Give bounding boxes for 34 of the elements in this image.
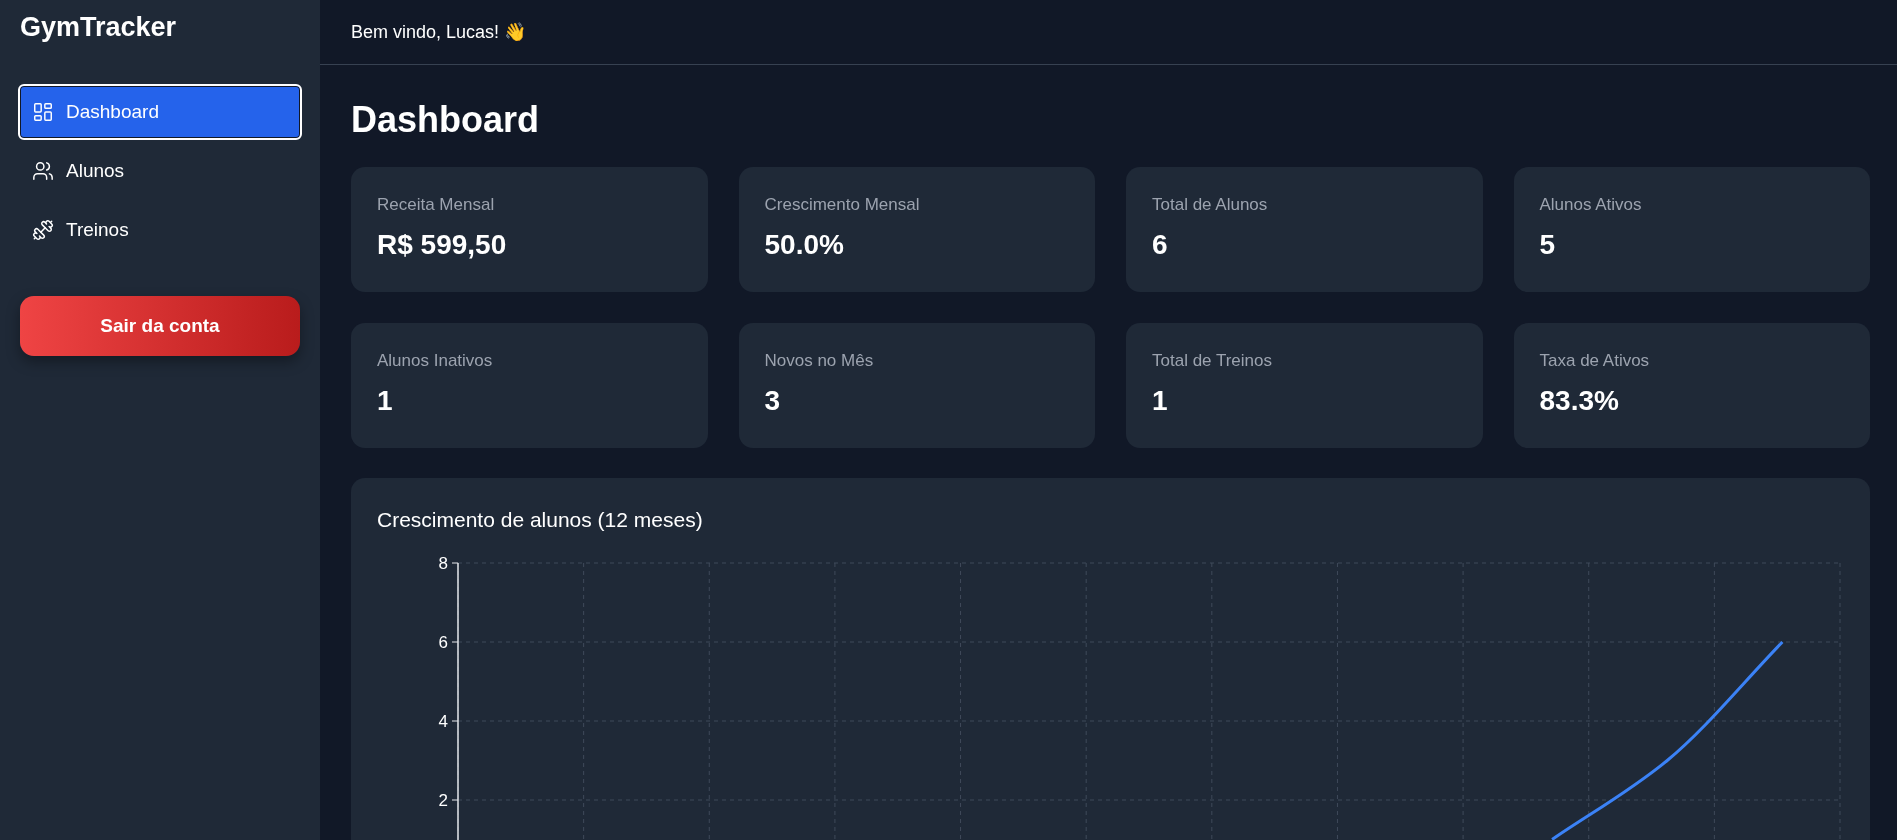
stat-value: 83.3% bbox=[1539, 385, 1620, 417]
y-tick-label: 2 bbox=[438, 791, 448, 810]
nav-item[interactable]: Alunos bbox=[18, 143, 302, 199]
stat-label: Alunos Ativos bbox=[1539, 195, 1643, 215]
stat-value: 3 bbox=[764, 385, 782, 417]
stat-label: Total de Alunos bbox=[1152, 195, 1269, 215]
nav-label: Treinos bbox=[66, 219, 129, 241]
grid-icon bbox=[32, 101, 54, 123]
app-logo: GymTracker bbox=[19, 11, 178, 44]
y-tick-label: 8 bbox=[438, 554, 448, 573]
stat-label: Receita Mensal bbox=[377, 195, 496, 215]
stat-value: R$ 599,50 bbox=[377, 229, 508, 261]
nav-item[interactable]: Dashboard bbox=[18, 84, 302, 140]
logout-button[interactable]: Sair da conta bbox=[20, 296, 300, 356]
stat-value: 5 bbox=[1539, 229, 1557, 261]
y-tick-label: 6 bbox=[438, 633, 448, 652]
stat-label: Taxa de Ativos bbox=[1539, 351, 1651, 371]
stat-label: Crescimento Mensal bbox=[764, 195, 921, 215]
page-title: Dashboard bbox=[351, 98, 541, 142]
stat-value: 6 bbox=[1152, 229, 1169, 261]
nav-item[interactable]: Treinos bbox=[18, 202, 302, 258]
stat-label: Alunos Inativos bbox=[377, 351, 494, 371]
stat-value: 1 bbox=[1152, 385, 1169, 417]
welcome-text: Bem vindo, Lucas! 👋 bbox=[351, 21, 527, 43]
stat-value: 1 bbox=[377, 385, 394, 417]
y-tick-label: 4 bbox=[438, 712, 448, 731]
stat-label: Total de Treinos bbox=[1152, 351, 1273, 371]
nav-label: Dashboard bbox=[66, 101, 159, 123]
dumbbell-icon bbox=[32, 219, 54, 241]
stat-value: 50.0% bbox=[764, 229, 845, 261]
users-icon bbox=[32, 160, 54, 182]
stat-label: Novos no Mês bbox=[764, 351, 875, 371]
chart-title: Crescimento de alunos (12 meses) bbox=[377, 508, 704, 532]
nav-label: Alunos bbox=[66, 160, 125, 182]
